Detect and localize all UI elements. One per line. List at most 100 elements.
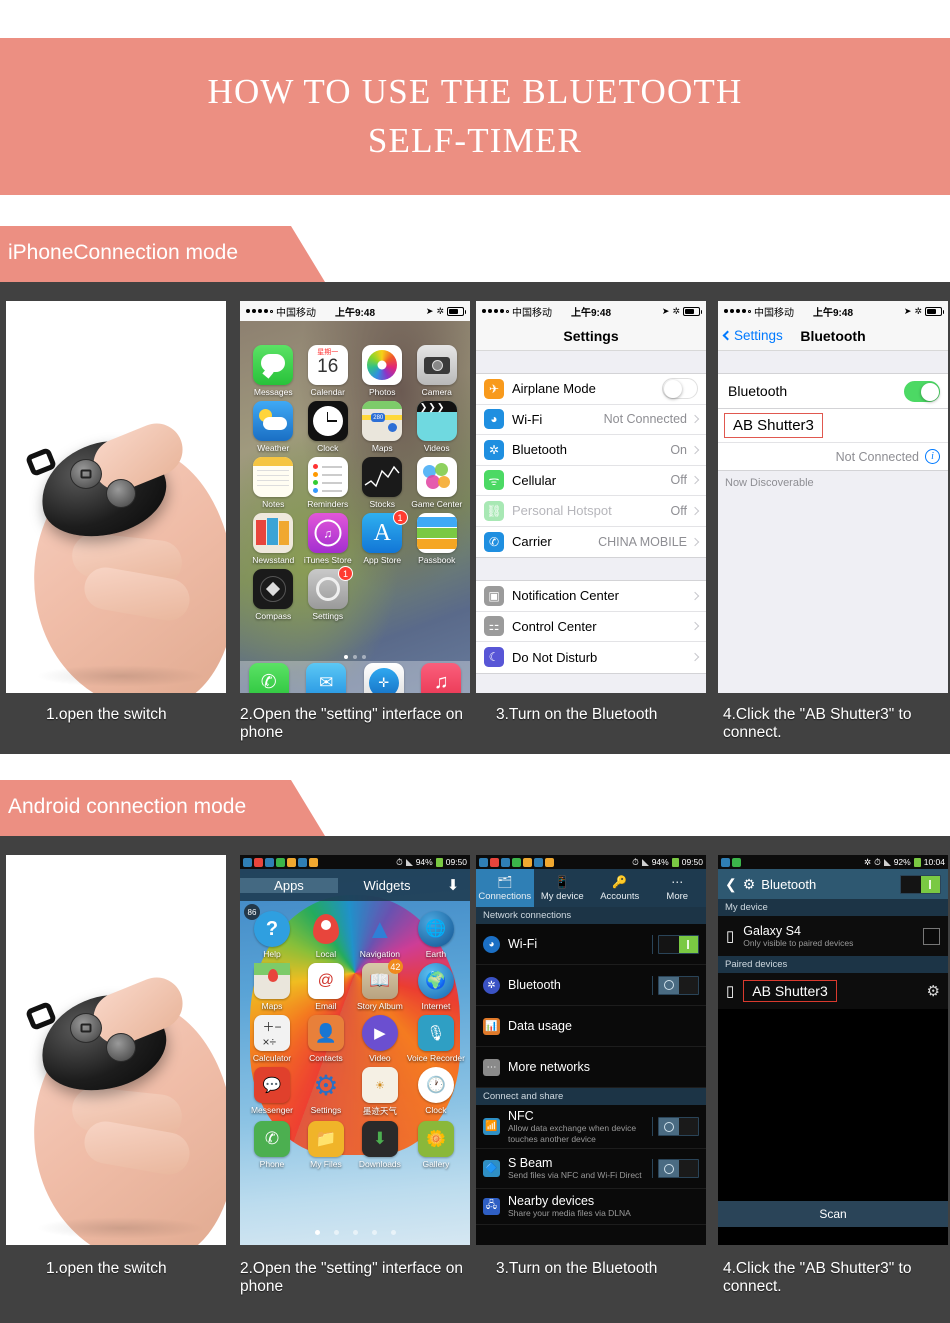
android-row-more-networks[interactable]: ⋯ More networks xyxy=(476,1047,706,1088)
android-app-local[interactable]: Local xyxy=(299,911,353,959)
ios-dock-music[interactable]: ♫ Music xyxy=(421,662,462,693)
tab-apps[interactable]: Apps xyxy=(240,877,338,893)
home-page-dots xyxy=(240,655,470,659)
s-beam-switch[interactable] xyxy=(658,1159,699,1178)
android-app-downloads[interactable]: ⬇ Downloads xyxy=(353,1121,407,1169)
ios-app-photos[interactable]: Photos xyxy=(355,345,410,397)
ios-app-app-store[interactable]: 1 A App Store xyxy=(355,510,410,565)
tab-my-device[interactable]: 📱 My device xyxy=(534,869,592,907)
android-row-bluetooth[interactable]: ✲ Bluetooth xyxy=(476,965,706,1006)
section-connect-and-share: Connect and share xyxy=(476,1088,706,1105)
android-row-nearby-devices[interactable]: 🖧 Nearby devices Share your media files … xyxy=(476,1189,706,1225)
bluetooth-switch[interactable] xyxy=(658,975,699,995)
tab-widgets[interactable]: Widgets xyxy=(338,878,436,893)
settings-row-airplane-mode[interactable]: ✈ Airplane Mode xyxy=(476,374,706,405)
android-app-settings[interactable]: ⚙ Settings xyxy=(299,1067,353,1117)
tab-connections[interactable]: 🗂 Connections xyxy=(476,869,534,907)
settings-row-cellular[interactable]: ᯤ Cellular Off xyxy=(476,466,706,496)
tab-more[interactable]: ⋯ More xyxy=(649,869,707,907)
ios-app-notes[interactable]: Notes xyxy=(246,457,301,509)
ios-app-clock[interactable]: Clock xyxy=(301,401,356,453)
visibility-checkbox[interactable] xyxy=(923,927,940,945)
android-app-video[interactable]: ▶ Video xyxy=(353,1015,407,1063)
android-app-weather-widget[interactable]: ☀ 墨迹天气 xyxy=(353,1067,407,1117)
android-app-internet[interactable]: 🌍 Internet xyxy=(407,963,465,1011)
device-settings-gear-icon[interactable]: ⚙ xyxy=(927,982,940,1000)
android-row-s-beam[interactable]: 🔷 S Beam Send files via NFC and Wi-Fi Di… xyxy=(476,1149,706,1189)
bluetooth-switch[interactable] xyxy=(904,380,940,402)
ios-dock-phone[interactable]: ✆ Phone xyxy=(248,662,289,693)
bluetooth-device-status-row[interactable]: Not Connected i xyxy=(718,443,948,471)
battery-icon xyxy=(683,306,702,316)
scan-button[interactable]: Scan xyxy=(718,1201,948,1227)
status-icon xyxy=(545,857,554,867)
android-app-clock[interactable]: 🕐 Clock xyxy=(407,1067,465,1117)
ios-app-itunes-store[interactable]: ♫ iTunes Store xyxy=(301,513,356,565)
ios-app-weather[interactable]: Weather xyxy=(246,401,301,453)
android-app-gallery[interactable]: 🌼 Gallery xyxy=(407,1121,465,1169)
ios-app-compass[interactable]: Compass xyxy=(246,569,301,621)
ios-app-videos[interactable]: ❯❯❯ Videos xyxy=(410,401,465,453)
android-app-story-album[interactable]: 42 📖 Story Album xyxy=(353,959,407,1011)
wifi-switch[interactable] xyxy=(658,934,699,954)
android-app-voice-recorder[interactable]: 🎙 Voice Recorder xyxy=(407,1015,465,1063)
app-label: Calendar xyxy=(310,387,346,397)
ios-app-camera[interactable]: Camera xyxy=(410,345,465,397)
settings-row-control-center[interactable]: ⚏ Control Center xyxy=(476,612,706,642)
ios-app-newsstand[interactable]: Newsstand xyxy=(246,513,301,565)
chevron-right-icon xyxy=(690,537,700,546)
android-app-phone[interactable]: ✆ Phone xyxy=(245,1121,299,1169)
settings-row-do-not-disturb[interactable]: ☾ Do Not Disturb xyxy=(476,642,706,673)
settings-group-network: ✈ Airplane Mode ◕ Wi-Fi Not Connected ✲ … xyxy=(476,373,706,558)
android-paired-device-row[interactable]: ▯ AB Shutter3 ⚙ xyxy=(718,973,948,1009)
iphone-home-screen: 中国移动 上午9:48 ➤ ✲ Messages 星期一 16 Calendar… xyxy=(240,301,470,693)
ios-app-settings[interactable]: 1 Settings xyxy=(301,566,356,621)
info-icon[interactable]: i xyxy=(925,449,940,464)
ios-dock-mail[interactable]: ✉ Mail xyxy=(306,662,347,693)
android-my-device-row[interactable]: ▯ Galaxy S4 Only visible to paired devic… xyxy=(718,916,948,956)
bluetooth-title: Bluetooth xyxy=(800,327,866,344)
android-app-calculator[interactable]: ＋− ×÷ Calculator xyxy=(245,1015,299,1063)
android-app-messenger[interactable]: 💬 Messenger xyxy=(245,1067,299,1117)
ios-app-stocks[interactable]: Stocks xyxy=(355,457,410,509)
download-icon[interactable]: ⬇ xyxy=(436,876,470,894)
back-to-settings-button[interactable]: Settings xyxy=(722,328,783,343)
ios-app-messages[interactable]: Messages xyxy=(246,345,301,397)
status-icon xyxy=(534,857,543,867)
android-app-contacts[interactable]: 👤 Contacts xyxy=(299,1015,353,1063)
nearby-devices-icon: 🖧 xyxy=(483,1198,500,1215)
android-app-navigation[interactable]: ▲ Navigation xyxy=(353,911,407,960)
ios-dock-safari[interactable]: ✛ Safari xyxy=(363,662,404,693)
android-app-my-files[interactable]: 📁 My Files xyxy=(299,1121,353,1169)
back-arrow-icon[interactable]: ❮ xyxy=(725,876,737,893)
settings-row-notification-center[interactable]: ▣ Notification Center xyxy=(476,581,706,612)
settings-row-carrier[interactable]: ✆ Carrier CHINA MOBILE xyxy=(476,527,706,558)
status-icon xyxy=(287,857,296,867)
settings-row-bluetooth[interactable]: ✲ Bluetooth On xyxy=(476,435,706,466)
airplane-mode-switch[interactable] xyxy=(662,378,698,400)
ios-app-passbook[interactable]: Passbook xyxy=(410,513,465,565)
section-tag-android: Android connection mode xyxy=(0,780,325,836)
chevron-right-icon xyxy=(690,476,700,485)
ios-app-calendar[interactable]: 星期一 16 Calendar xyxy=(301,345,356,397)
tab-accounts[interactable]: 🔑 Accounts xyxy=(591,869,649,907)
row-value: Off xyxy=(670,473,687,488)
settings-row-wifi[interactable]: ◕ Wi-Fi Not Connected xyxy=(476,405,706,435)
settings-row-personal-hotspot[interactable]: ⛓ Personal Hotspot Off xyxy=(476,496,706,527)
android-row-nfc[interactable]: 📶 NFC Allow data exchange when device to… xyxy=(476,1105,706,1149)
row-label: Wi-Fi xyxy=(512,411,543,427)
nfc-switch[interactable] xyxy=(658,1117,699,1136)
bluetooth-toggle-row[interactable]: Bluetooth xyxy=(718,374,948,408)
bluetooth-master-switch[interactable] xyxy=(900,874,941,894)
ios-app-reminders[interactable]: Reminders xyxy=(301,457,356,509)
ios-app-game-center[interactable]: Game Center xyxy=(410,457,465,509)
remote-power-button xyxy=(106,479,136,508)
android-row-data-usage[interactable]: 📊 Data usage xyxy=(476,1006,706,1047)
android-app-earth[interactable]: 🌐 Earth xyxy=(407,911,465,959)
android-app-email[interactable]: @ Email xyxy=(299,963,353,1011)
app-label: Game Center xyxy=(411,499,463,509)
android-app-maps[interactable]: Maps xyxy=(245,963,299,1011)
android-row-wifi[interactable]: ◕ Wi-Fi xyxy=(476,924,706,965)
ios-app-maps[interactable]: 280 Maps xyxy=(355,401,410,453)
bluetooth-device-row[interactable]: AB Shutter3 xyxy=(718,409,948,443)
